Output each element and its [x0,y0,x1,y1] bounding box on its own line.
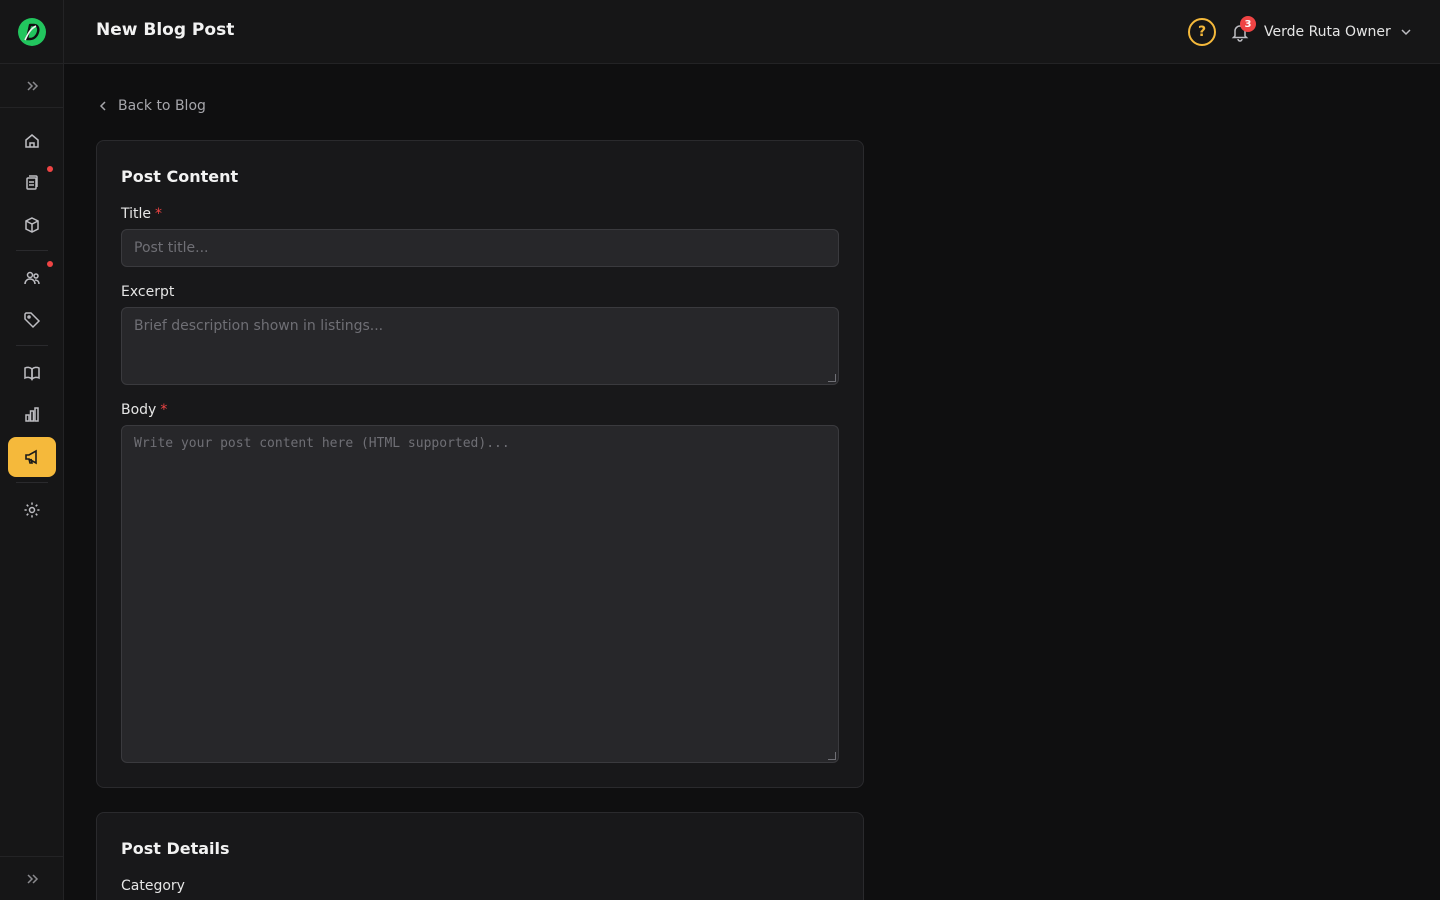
home-icon [25,134,39,148]
customers-notification-dot [47,261,53,267]
help-button[interactable]: ? [1188,18,1216,46]
required-mark: * [160,402,168,418]
post-details-heading: Post Details [121,839,230,858]
logo[interactable] [0,0,64,64]
book-icon [24,366,40,381]
user-menu[interactable]: Verde Ruta Owner [1264,22,1413,42]
help-icon: ? [1197,24,1207,40]
excerpt-placeholder: Brief description shown in listings... [134,318,384,334]
orders-notification-dot [47,166,53,172]
sidebar-item-tags[interactable] [8,300,56,340]
tag-icon [24,312,41,329]
expand-sidebar-button[interactable] [0,64,64,108]
chevron-left-icon [99,101,106,111]
sidebar-item-analytics[interactable] [8,395,56,435]
collapse-sidebar-button[interactable] [0,856,64,900]
brand-logo-icon [18,17,46,46]
megaphone-icon [25,449,37,465]
required-mark: * [155,206,163,222]
body-textarea[interactable]: Write your post content here (HTML suppo… [121,425,839,763]
clipboard-icon [26,175,38,190]
body-label: Body * [121,402,167,418]
notification-count-badge: 3 [1240,16,1256,32]
sidebar-item-settings[interactable] [8,490,56,530]
sidebar-item-marketing[interactable] [8,437,56,477]
app: New Blog Post ? 3 Verde Ruta Owner Back … [0,0,1440,900]
body-placeholder: Write your post content here (HTML suppo… [134,436,510,451]
sidebar-item-products[interactable] [8,205,56,245]
post-content-card: Post Content Title * Post title... Excerp… [96,140,864,788]
body-label-text: Body [121,402,157,418]
chevrons-right-icon [27,873,39,884]
sidebar-item-catalog[interactable] [8,353,56,393]
cube-icon [25,217,39,233]
excerpt-textarea[interactable]: Brief description shown in listings... [121,307,839,385]
excerpt-label: Excerpt [121,284,175,300]
resize-handle[interactable] [828,374,836,382]
sidebar [0,0,64,900]
back-link-label: Back to Blog [118,98,206,114]
sidebar-item-home[interactable] [8,121,56,161]
gear-icon [24,502,40,518]
resize-handle[interactable] [828,752,836,760]
title-label-text: Title [121,206,152,222]
title-input[interactable]: Post title... [121,229,839,267]
chevrons-right-icon [27,80,39,91]
post-details-card: Post Details Category [96,812,864,900]
chevron-down-icon [1401,29,1411,36]
category-label: Category [121,878,185,894]
bar-chart-icon [25,407,39,422]
back-to-blog-link[interactable]: Back to Blog [96,96,206,116]
top-header: New Blog Post ? 3 Verde Ruta Owner [64,0,1440,64]
title-label: Title * [121,206,162,222]
sidebar-divider [16,345,48,346]
users-icon [24,271,40,285]
sidebar-divider [16,482,48,483]
sidebar-divider [16,250,48,251]
title-placeholder: Post title... [134,240,209,256]
post-content-heading: Post Content [121,167,239,186]
user-name: Verde Ruta Owner [1264,24,1391,40]
page-title: New Blog Post [96,20,235,40]
